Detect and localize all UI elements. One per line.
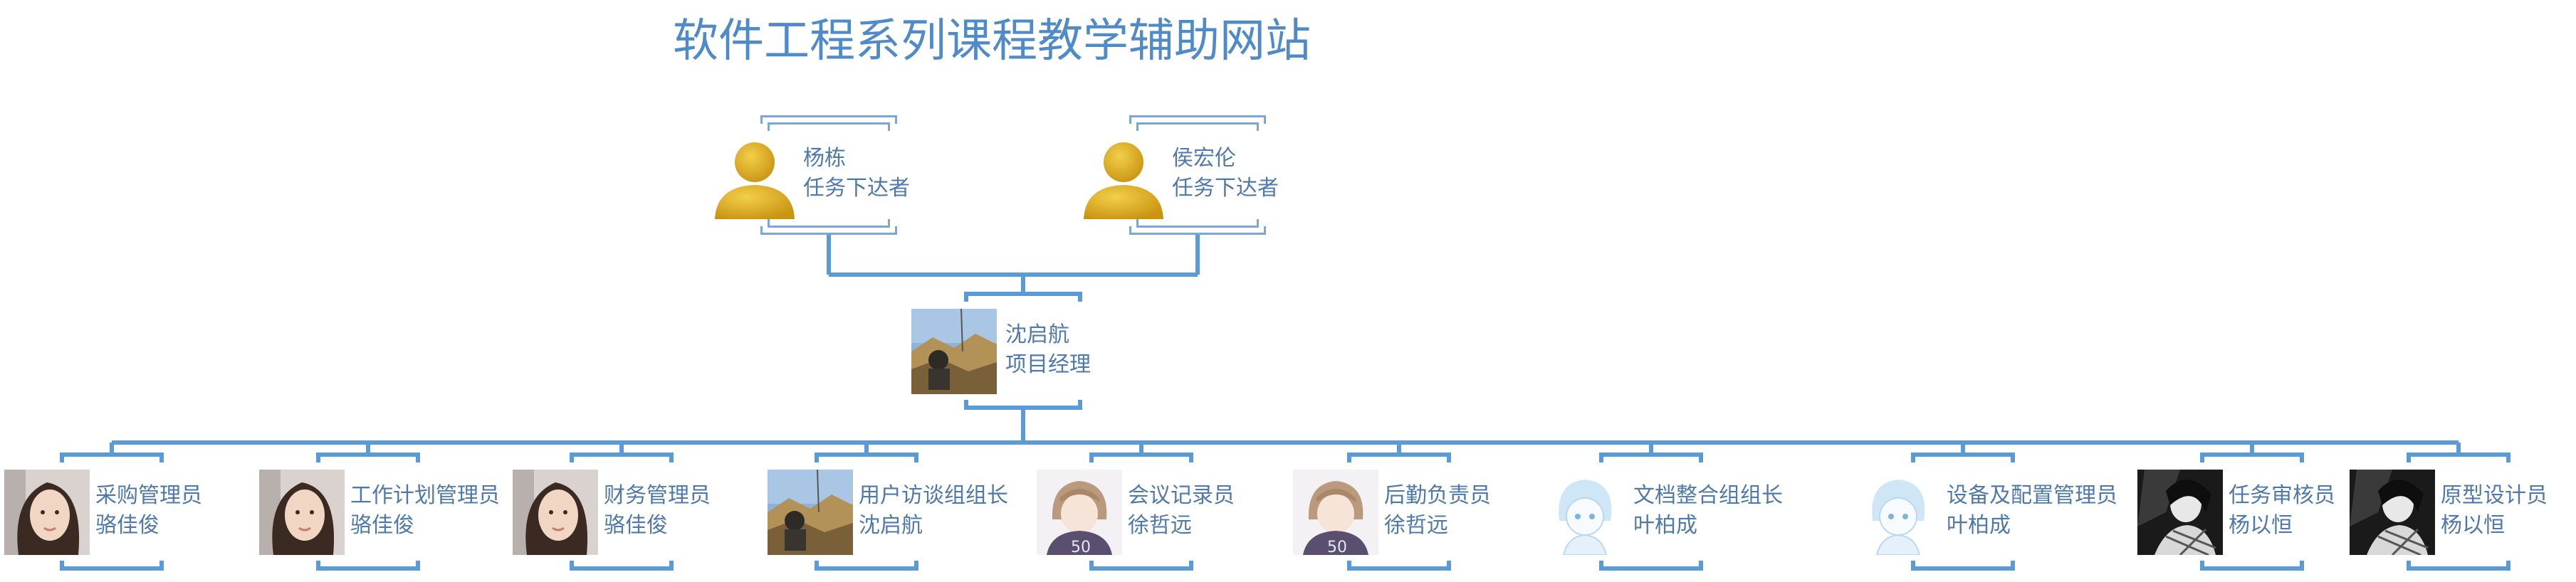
member-role: 用户访谈组组长 bbox=[859, 483, 1008, 508]
member-role: 文档整合组组长 bbox=[1633, 483, 1783, 508]
leader-role: 任务下达者 bbox=[1172, 176, 1279, 201]
member-role: 后勤负责员 bbox=[1384, 483, 1491, 508]
member-name: 骆佳俊 bbox=[350, 513, 414, 538]
manager-name: 沈启航 bbox=[1005, 322, 1069, 347]
leader-name: 杨栋 bbox=[803, 146, 846, 171]
member-role: 采购管理员 bbox=[95, 483, 202, 508]
node-labels: 原型设计员 杨以恒 bbox=[2441, 481, 2548, 541]
member-role: 任务审核员 bbox=[2229, 483, 2335, 508]
member-node-6: 50 后勤负责员徐哲远 bbox=[1293, 467, 1528, 573]
node-bracket bbox=[1599, 453, 1703, 462]
node-bracket bbox=[2407, 561, 2510, 571]
member-node-7: 文档整合组组长 叶柏成 bbox=[1542, 467, 1783, 573]
member-node-9: 任务审核员 杨以恒 bbox=[2137, 467, 2372, 573]
node-labels: 工作计划管理员 骆佳俊 bbox=[350, 481, 500, 541]
member-role: 会议记录员 bbox=[1128, 483, 1235, 508]
anime-avatar-icon: 50 bbox=[1293, 470, 1378, 555]
member-node-4: 用户访谈组组长 沈启航 bbox=[768, 467, 1008, 573]
node-bracket bbox=[60, 453, 164, 462]
node-bracket bbox=[2407, 453, 2510, 462]
node-labels: 用户访谈组组长 沈启航 bbox=[859, 481, 1008, 541]
node-bracket bbox=[815, 561, 918, 571]
member-node-1: 采购管理员 骆佳俊 bbox=[4, 467, 239, 573]
node-labels: 任务审核员 杨以恒 bbox=[2229, 481, 2335, 541]
member-name: 沈启航 bbox=[859, 513, 923, 538]
chibi-avatar-icon bbox=[1542, 470, 1628, 555]
chibi-avatar-icon bbox=[1855, 470, 1941, 555]
node-bracket bbox=[1347, 561, 1451, 571]
node-labels: 杨栋 任务下达者 bbox=[803, 144, 910, 203]
node-bracket bbox=[1136, 122, 1259, 131]
member-role: 设备及配置管理员 bbox=[1947, 483, 2117, 508]
node-bracket bbox=[768, 122, 890, 131]
node-bracket bbox=[1911, 561, 2015, 571]
node-bracket bbox=[316, 561, 420, 571]
node-bracket bbox=[1089, 453, 1193, 462]
person-silhouette-icon bbox=[1081, 135, 1166, 221]
leader-role: 任务下达者 bbox=[803, 176, 910, 201]
svg-text:50: 50 bbox=[1071, 539, 1091, 555]
member-role: 财务管理员 bbox=[604, 483, 711, 508]
manager-node: 沈启航 项目经理 bbox=[911, 306, 1139, 413]
manager-role: 项目经理 bbox=[1005, 352, 1091, 377]
member-node-10: 原型设计员 杨以恒 bbox=[2350, 467, 2576, 573]
node-bracket bbox=[1911, 453, 2015, 462]
member-role: 原型设计员 bbox=[2441, 483, 2548, 508]
org-chart: 软件工程系列课程教学辅助网站 杨栋 任务下达者 侯宏伦 任务下达者 沈启航 项目经理 采购管… bbox=[0, 0, 2576, 582]
node-bracket bbox=[1136, 219, 1259, 228]
node-labels: 采购管理员 骆佳俊 bbox=[95, 481, 202, 541]
svg-text:50: 50 bbox=[1327, 539, 1347, 555]
monochrome-avatar-icon bbox=[2350, 470, 2435, 555]
portrait-photo-icon bbox=[259, 470, 345, 555]
member-node-2: 工作计划管理员 骆佳俊 bbox=[259, 467, 500, 573]
landscape-photo-icon bbox=[911, 309, 997, 394]
node-bracket bbox=[2200, 453, 2304, 462]
node-bracket bbox=[60, 561, 164, 571]
node-bracket bbox=[316, 453, 420, 462]
node-labels: 后勤负责员 徐哲远 bbox=[1384, 481, 1491, 541]
node-bracket bbox=[2200, 561, 2304, 571]
node-bracket bbox=[1599, 561, 1703, 571]
member-node-3: 财务管理员 骆佳俊 bbox=[513, 467, 748, 573]
node-labels: 财务管理员 骆佳俊 bbox=[604, 481, 711, 541]
monochrome-avatar-icon bbox=[2137, 470, 2223, 555]
leader-name: 侯宏伦 bbox=[1172, 146, 1236, 171]
node-labels: 设备及配置管理员 叶柏成 bbox=[1947, 481, 2117, 541]
member-node-8: 设备及配置管理员 叶柏成 bbox=[1855, 467, 2117, 573]
member-name: 徐哲远 bbox=[1384, 513, 1448, 538]
member-name: 骆佳俊 bbox=[95, 513, 159, 538]
member-node-5: 50 会议记录员徐哲远 bbox=[1037, 467, 1272, 573]
member-name: 杨以恒 bbox=[2229, 513, 2293, 538]
node-bracket bbox=[964, 400, 1082, 410]
member-name: 骆佳俊 bbox=[604, 513, 668, 538]
node-labels: 会议记录员 徐哲远 bbox=[1128, 481, 1235, 541]
member-name: 叶柏成 bbox=[1633, 513, 1697, 538]
node-bracket bbox=[570, 453, 674, 462]
node-bracket bbox=[815, 453, 918, 462]
member-name: 徐哲远 bbox=[1128, 513, 1192, 538]
node-labels: 沈启航 项目经理 bbox=[1005, 320, 1091, 380]
landscape-photo-icon bbox=[768, 470, 853, 555]
node-bracket bbox=[1089, 561, 1193, 571]
member-name: 杨以恒 bbox=[2441, 513, 2505, 538]
anime-avatar-icon: 50 bbox=[1037, 470, 1122, 555]
node-bracket bbox=[1347, 453, 1451, 462]
person-silhouette-icon bbox=[712, 135, 797, 221]
node-bracket bbox=[570, 561, 674, 571]
portrait-photo-icon bbox=[513, 470, 598, 555]
member-role: 工作计划管理员 bbox=[350, 483, 500, 508]
node-bracket bbox=[964, 292, 1082, 302]
portrait-photo-icon bbox=[4, 470, 90, 555]
member-name: 叶柏成 bbox=[1947, 513, 2011, 538]
node-bracket bbox=[768, 219, 890, 228]
node-labels: 侯宏伦 任务下达者 bbox=[1172, 144, 1279, 203]
node-labels: 文档整合组组长 叶柏成 bbox=[1633, 481, 1783, 541]
